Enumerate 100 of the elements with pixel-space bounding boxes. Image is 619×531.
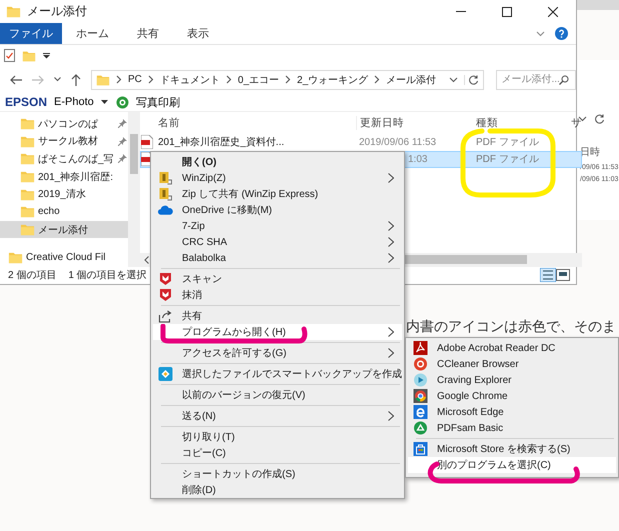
menu-label: 削除(D) [182, 484, 216, 497]
menu-item[interactable]: Balabolka [153, 250, 402, 266]
menu-item[interactable]: 削除(D) [153, 482, 402, 498]
menu-item[interactable]: Craving Explorer [408, 372, 616, 388]
brand-logo: EPSON [5, 95, 48, 109]
folder-icon [20, 151, 35, 166]
ribbon-tab[interactable]: ホーム [62, 23, 123, 44]
print-icon[interactable] [116, 96, 129, 108]
menu-item[interactable]: Zip して共有 (WinZip Express) [153, 186, 402, 202]
nav-item[interactable]: パソコンのぱ [0, 114, 128, 132]
menu-item[interactable]: コピー(C) [153, 445, 402, 461]
breadcrumb-item[interactable]: ドキュメント [160, 72, 220, 87]
menu-item[interactable]: OneDrive に移動(M) [153, 202, 402, 218]
article-text: 内書のアイコンは赤色で、そのま [406, 318, 616, 336]
menu-item[interactable]: アクセスを許可する(G) [153, 345, 402, 361]
breadcrumb-item[interactable]: 2_ウォーキング [297, 72, 368, 87]
chevron-right-icon [226, 75, 232, 84]
menu-label: WinZip(Z) [182, 172, 226, 184]
folder-name: 201_神奈川宿歴: [38, 170, 114, 184]
folder-icon [20, 222, 35, 238]
pdf-reader-icon [413, 341, 428, 355]
chevron-right-icon [148, 75, 154, 84]
column-header[interactable]: サ [571, 116, 582, 130]
menu-item[interactable]: Microsoft Store を検索する(S) [408, 441, 616, 457]
address-bar[interactable]: PC ドキュメント 0_エコー 2_ウォーキング メール添付 [91, 70, 484, 90]
menu-label: Microsoft Store を検索する(S) [437, 442, 570, 456]
chevron-down-icon[interactable] [54, 77, 61, 82]
nav-item[interactable]: 2019_清水 [0, 185, 128, 204]
breadcrumb-item[interactable]: メール添付 [386, 72, 436, 87]
menu-item[interactable]: CRC SHA [153, 234, 402, 250]
dropdown-caret-icon[interactable] [43, 52, 50, 59]
search-field[interactable]: メール添付... [496, 70, 576, 90]
selection-count: 1 個の項目を選択 [68, 269, 147, 282]
nav-item[interactable]: メール添付 [0, 220, 128, 238]
photo-print-button[interactable]: 写真印刷 [134, 94, 182, 110]
nav-item[interactable]: 201_神奈川宿歴: [0, 168, 128, 186]
breadcrumb-item[interactable]: PC [128, 74, 142, 86]
menu-item[interactable]: Adobe Acrobat Reader DC [408, 340, 616, 356]
menu-item[interactable]: 以前のバージョンの復元(V) [153, 387, 402, 403]
nav-item[interactable]: Creative Cloud Fil [0, 248, 128, 267]
menu-item[interactable]: 開く(O) [153, 154, 402, 170]
breadcrumb-item[interactable]: 0_エコー [238, 72, 280, 87]
menu-label: 開く(O) [182, 156, 216, 169]
column-header[interactable]: 更新日時 [356, 116, 473, 130]
menu-item[interactable]: スキャン [153, 271, 402, 287]
menu-item[interactable]: 7-Zip [153, 218, 402, 234]
file-row[interactable]: 201_神奈川宿歴史_資料付... 2019/09/06 11:53 PDF ファイル [140, 134, 582, 151]
menu-label: 選択したファイルでスマートバックアップを作成 [182, 368, 402, 381]
menu-item[interactable]: CCleaner Browser [408, 356, 616, 372]
menu-label: 送る(N) [182, 410, 216, 423]
ribbon-tab[interactable]: ファイル [0, 23, 62, 44]
menu-item[interactable]: プログラムから開く(H) [153, 324, 402, 340]
date-text: 2019/09/06 11:53 [358, 136, 438, 148]
dropdown-caret-icon[interactable] [100, 100, 108, 104]
folder-icon [20, 116, 35, 131]
nav-item[interactable]: ぱそこんのば_写 [0, 150, 128, 168]
refresh-icon [595, 114, 605, 124]
menu-label: 共有 [182, 310, 202, 323]
menu-item[interactable]: Microsoft Edge [408, 404, 616, 420]
menu-item[interactable]: Google Chrome [408, 388, 616, 404]
folder-icon [20, 204, 35, 220]
scroll-left-icon[interactable] [144, 256, 149, 264]
properties-icon[interactable] [4, 49, 15, 62]
menu-label: PDFsam Basic [437, 422, 504, 434]
ribbon-tab[interactable]: 表示 [173, 23, 223, 44]
menu-item[interactable]: ショートカットの作成(S) [153, 466, 402, 482]
menu-item[interactable]: PDFsam Basic [408, 420, 616, 436]
details-view-icon[interactable] [540, 268, 556, 282]
chevron-right-icon [116, 75, 122, 84]
menu-item[interactable]: 選択したファイルでスマートバックアップを作成 [153, 366, 402, 382]
menu-label: Microsoft Edge [437, 406, 504, 418]
scrollbar[interactable] [128, 112, 140, 267]
menu-label: アクセスを許可する(G) [182, 346, 286, 360]
nav-item[interactable]: サークル教材 [0, 132, 128, 150]
menu-item[interactable]: WinZip(Z) [153, 170, 402, 186]
menu-item[interactable]: 抹消 [153, 287, 402, 303]
folder-name: ぱそこんのば_写 [38, 152, 114, 166]
column-header[interactable]: 名前 [158, 116, 356, 130]
minimize-icon [456, 11, 466, 12]
edge-icon [413, 405, 428, 419]
back-arrow-icon[interactable] [10, 74, 22, 85]
chevron-down-icon[interactable] [536, 30, 545, 37]
browser-icon [413, 357, 428, 371]
column-header[interactable]: 種類 [473, 116, 571, 130]
ribbon-tab[interactable]: 共有 [123, 23, 173, 44]
nav-item[interactable]: echo [0, 203, 128, 221]
folder-icon [8, 250, 23, 266]
help-icon[interactable] [555, 27, 568, 40]
menu-item[interactable]: 共有 [153, 308, 402, 324]
menu-item[interactable]: 切り取り(T) [153, 429, 402, 445]
up-arrow-icon[interactable] [71, 74, 81, 86]
store-bag-icon [413, 442, 428, 456]
menu-label: 抹消 [182, 288, 202, 302]
app-menu-button[interactable]: E-Photo [52, 96, 96, 108]
tiles-view-icon[interactable] [556, 269, 570, 282]
menu-item[interactable]: 別のプログラムを選択(C) [408, 457, 616, 473]
folder-name: 2019_清水 [38, 188, 86, 202]
refresh-icon[interactable] [464, 74, 480, 85]
menu-item[interactable]: 送る(N) [153, 408, 402, 424]
chevron-down-icon[interactable] [449, 76, 458, 83]
